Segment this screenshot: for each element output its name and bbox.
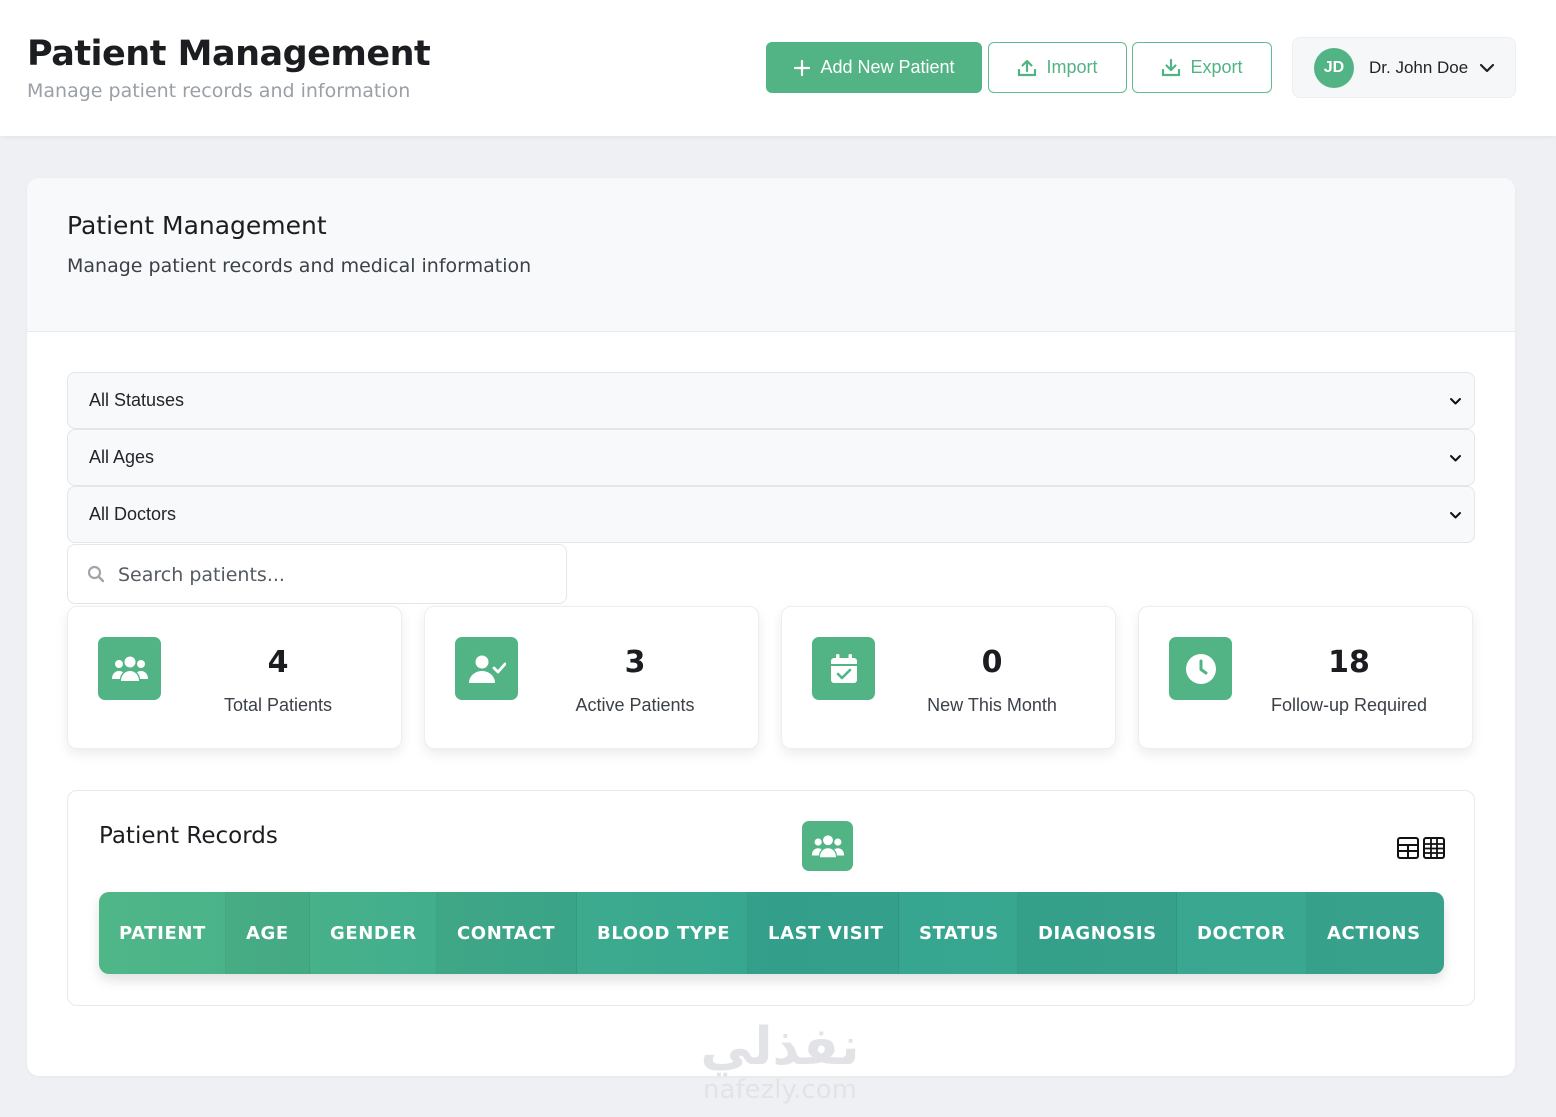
clock-icon bbox=[1169, 637, 1232, 700]
stat-value: 3 bbox=[624, 645, 646, 680]
column-header-diagnosis[interactable]: DIAGNOSIS bbox=[1018, 892, 1177, 974]
download-icon bbox=[1162, 58, 1181, 77]
table-view-icon[interactable] bbox=[1397, 837, 1419, 859]
top-header: Patient Management Manage patient record… bbox=[0, 0, 1556, 136]
view-toggles bbox=[1397, 837, 1445, 859]
grid-view-icon[interactable] bbox=[1423, 837, 1445, 859]
plus-icon bbox=[794, 59, 811, 76]
import-button[interactable]: Import bbox=[988, 42, 1127, 93]
stat-label: Follow-up Required bbox=[1270, 695, 1428, 715]
doctor-filter-value: All Doctors bbox=[89, 504, 177, 524]
age-filter-select[interactable]: All Ages bbox=[67, 429, 1475, 486]
stat-card-follow-up-required: 18 Follow-up Required bbox=[1138, 606, 1473, 749]
chevron-down-icon bbox=[1450, 398, 1461, 405]
column-header-last-visit[interactable]: LAST VISIT bbox=[748, 892, 899, 974]
calendar-check-icon bbox=[812, 637, 875, 700]
watermark: نفذلي nafezly.com bbox=[680, 1018, 880, 1104]
card-header: Patient Management Manage patient record… bbox=[27, 178, 1515, 332]
stat-card-active-patients: 3 Active Patients bbox=[424, 606, 759, 749]
doctor-filter-select[interactable]: All Doctors bbox=[67, 486, 1475, 543]
stat-value: 0 bbox=[981, 645, 1003, 680]
upload-icon bbox=[1018, 59, 1037, 77]
card-description: Manage patient records and medical infor… bbox=[67, 255, 532, 277]
page-title: Patient Management bbox=[27, 34, 431, 74]
import-label: Import bbox=[1046, 57, 1098, 77]
search-input[interactable] bbox=[118, 559, 538, 591]
stat-value: 4 bbox=[267, 645, 289, 680]
stat-card-total-patients: 4 Total Patients bbox=[67, 606, 402, 749]
patient-records-section: Patient Records PATIENT AGE GENDER CONTA… bbox=[67, 790, 1475, 1006]
status-filter-select[interactable]: All Statuses bbox=[67, 372, 1475, 429]
chevron-down-icon bbox=[1450, 512, 1461, 519]
stat-card-new-this-month: 0 New This Month bbox=[781, 606, 1116, 749]
column-header-status[interactable]: STATUS bbox=[899, 892, 1018, 974]
page-subtitle: Manage patient records and information bbox=[27, 80, 411, 102]
age-filter-value: All Ages bbox=[89, 447, 155, 467]
users-icon bbox=[98, 637, 161, 700]
add-new-patient-label: Add New Patient bbox=[820, 57, 955, 77]
export-button[interactable]: Export bbox=[1132, 42, 1272, 93]
table-header: PATIENT AGE GENDER CONTACT BLOOD TYPE LA… bbox=[99, 892, 1444, 974]
watermark-latin: nafezly.com bbox=[703, 1075, 857, 1105]
stat-label: New This Month bbox=[927, 695, 1057, 715]
users-icon bbox=[802, 821, 853, 871]
user-menu[interactable]: JD Dr. John Doe bbox=[1292, 37, 1516, 98]
column-header-contact[interactable]: CONTACT bbox=[437, 892, 577, 974]
column-header-patient[interactable]: PATIENT bbox=[99, 892, 226, 974]
user-name: Dr. John Doe bbox=[1369, 57, 1469, 77]
search-box bbox=[67, 544, 567, 604]
chevron-down-icon bbox=[1450, 455, 1461, 462]
column-header-age[interactable]: AGE bbox=[226, 892, 310, 974]
watermark-arabic: نفذلي bbox=[700, 1017, 860, 1077]
column-header-doctor[interactable]: DOCTOR bbox=[1177, 892, 1307, 974]
stat-label: Total Patients bbox=[223, 695, 333, 715]
column-header-actions[interactable]: ACTIONS bbox=[1307, 892, 1444, 974]
patient-management-card: Patient Management Manage patient record… bbox=[27, 178, 1515, 1076]
user-check-icon bbox=[455, 637, 518, 700]
stat-value: 18 bbox=[1328, 645, 1370, 680]
stat-label: Active Patients bbox=[575, 695, 695, 715]
card-title: Patient Management bbox=[67, 211, 327, 240]
records-title: Patient Records bbox=[99, 823, 278, 849]
search-icon bbox=[87, 565, 105, 583]
status-filter-value: All Statuses bbox=[89, 390, 185, 410]
chevron-down-icon bbox=[1479, 63, 1495, 73]
avatar: JD bbox=[1314, 47, 1354, 88]
add-new-patient-button[interactable]: Add New Patient bbox=[766, 42, 982, 93]
column-header-blood-type[interactable]: BLOOD TYPE bbox=[577, 892, 748, 974]
export-label: Export bbox=[1190, 57, 1243, 77]
column-header-gender[interactable]: GENDER bbox=[310, 892, 437, 974]
